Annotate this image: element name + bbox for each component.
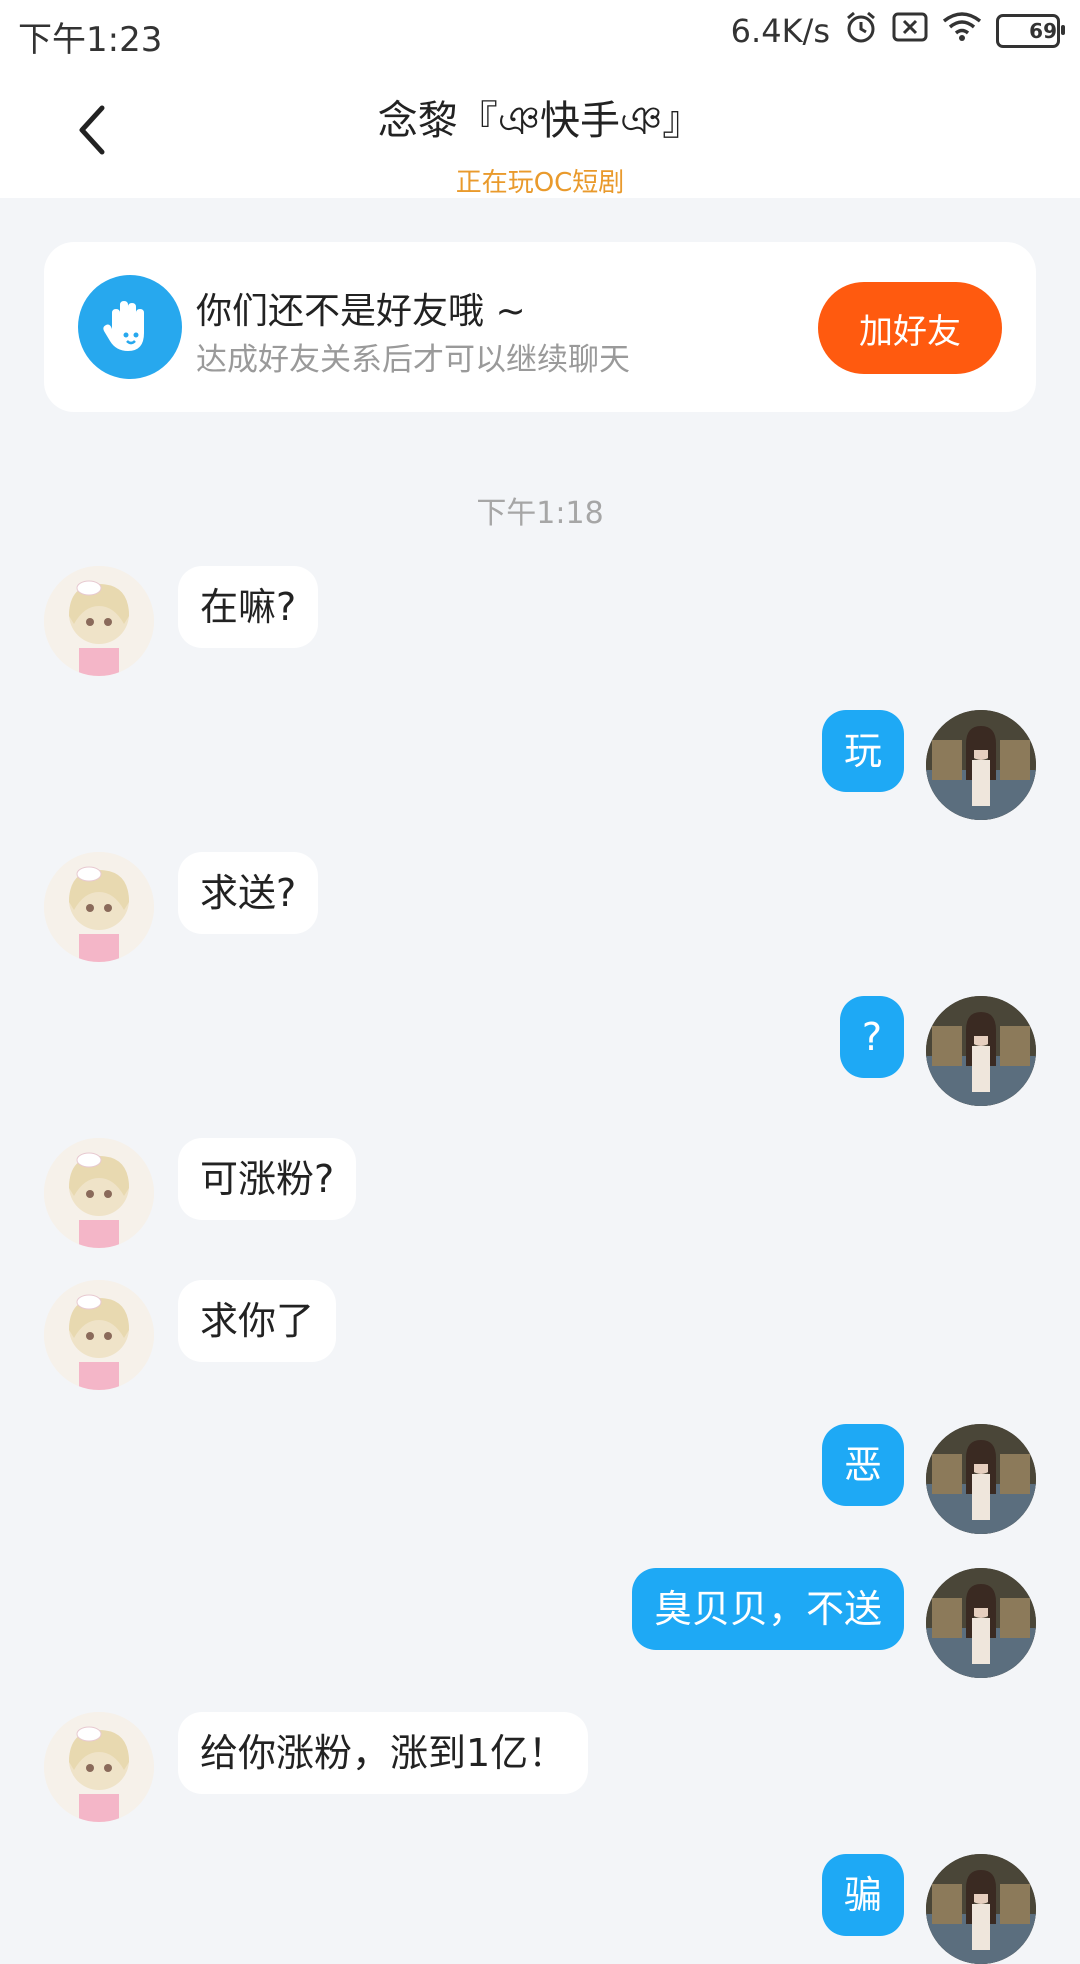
wifi-icon: [942, 11, 982, 51]
status-icons: 6.4K/s 69: [730, 10, 1065, 52]
incoming-message[interactable]: 在嘛?: [178, 566, 319, 648]
not-friends-title: 你们还不是好友哦 ~: [196, 291, 526, 332]
network-speed: 6.4K/s: [730, 12, 830, 50]
chat-title-block[interactable]: 念黎『ঞ快手ঞ』 正在玩OC短剧: [0, 88, 1080, 199]
user-avatar[interactable]: [926, 1424, 1036, 1534]
incoming-message[interactable]: 可涨粉?: [178, 1138, 357, 1220]
add-friend-button[interactable]: 加好友: [818, 282, 1002, 374]
sim-off-icon: [892, 12, 928, 50]
outgoing-message[interactable]: 臭贝贝，不送: [631, 1568, 904, 1650]
message-timestamp: 下午1:18: [476, 496, 604, 531]
not-friends-banner: 你们还不是好友哦 ~ 达成好友关系后才可以继续聊天 加好友: [44, 242, 1036, 412]
not-friends-subtitle: 达成好友关系后才可以继续聊天: [196, 342, 630, 378]
status-time: 下午1:23: [18, 20, 163, 60]
user-avatar[interactable]: [926, 996, 1036, 1106]
contact-avatar[interactable]: [44, 566, 154, 676]
chat-title: 念黎『ঞ快手ঞ』: [377, 98, 703, 144]
waving-hand-icon: [78, 275, 182, 379]
incoming-message[interactable]: 给你涨粉，涨到1亿！: [178, 1712, 589, 1794]
incoming-message[interactable]: 求送?: [178, 852, 319, 934]
contact-avatar[interactable]: [44, 1138, 154, 1248]
contact-avatar[interactable]: [44, 1712, 154, 1822]
outgoing-message[interactable]: 恶: [821, 1424, 904, 1506]
chat-header: 念黎『ঞ快手ঞ』 正在玩OC短剧: [0, 66, 1080, 198]
contact-avatar[interactable]: [44, 1280, 154, 1390]
activity-status: 正在玩OC短剧: [455, 168, 625, 198]
battery-icon: 69: [996, 14, 1065, 48]
outgoing-message[interactable]: 玩: [821, 710, 904, 792]
alarm-icon: [844, 10, 878, 52]
user-avatar[interactable]: [926, 1854, 1036, 1964]
battery-level: 69: [1029, 19, 1057, 43]
incoming-message[interactable]: 求你了: [178, 1280, 337, 1362]
outgoing-message[interactable]: ?: [839, 996, 904, 1078]
outgoing-message[interactable]: 骗: [821, 1854, 904, 1936]
user-avatar[interactable]: [926, 710, 1036, 820]
user-avatar[interactable]: [926, 1568, 1036, 1678]
contact-avatar[interactable]: [44, 852, 154, 962]
status-bar: 下午1:23 6.4K/s 69: [0, 0, 1080, 66]
